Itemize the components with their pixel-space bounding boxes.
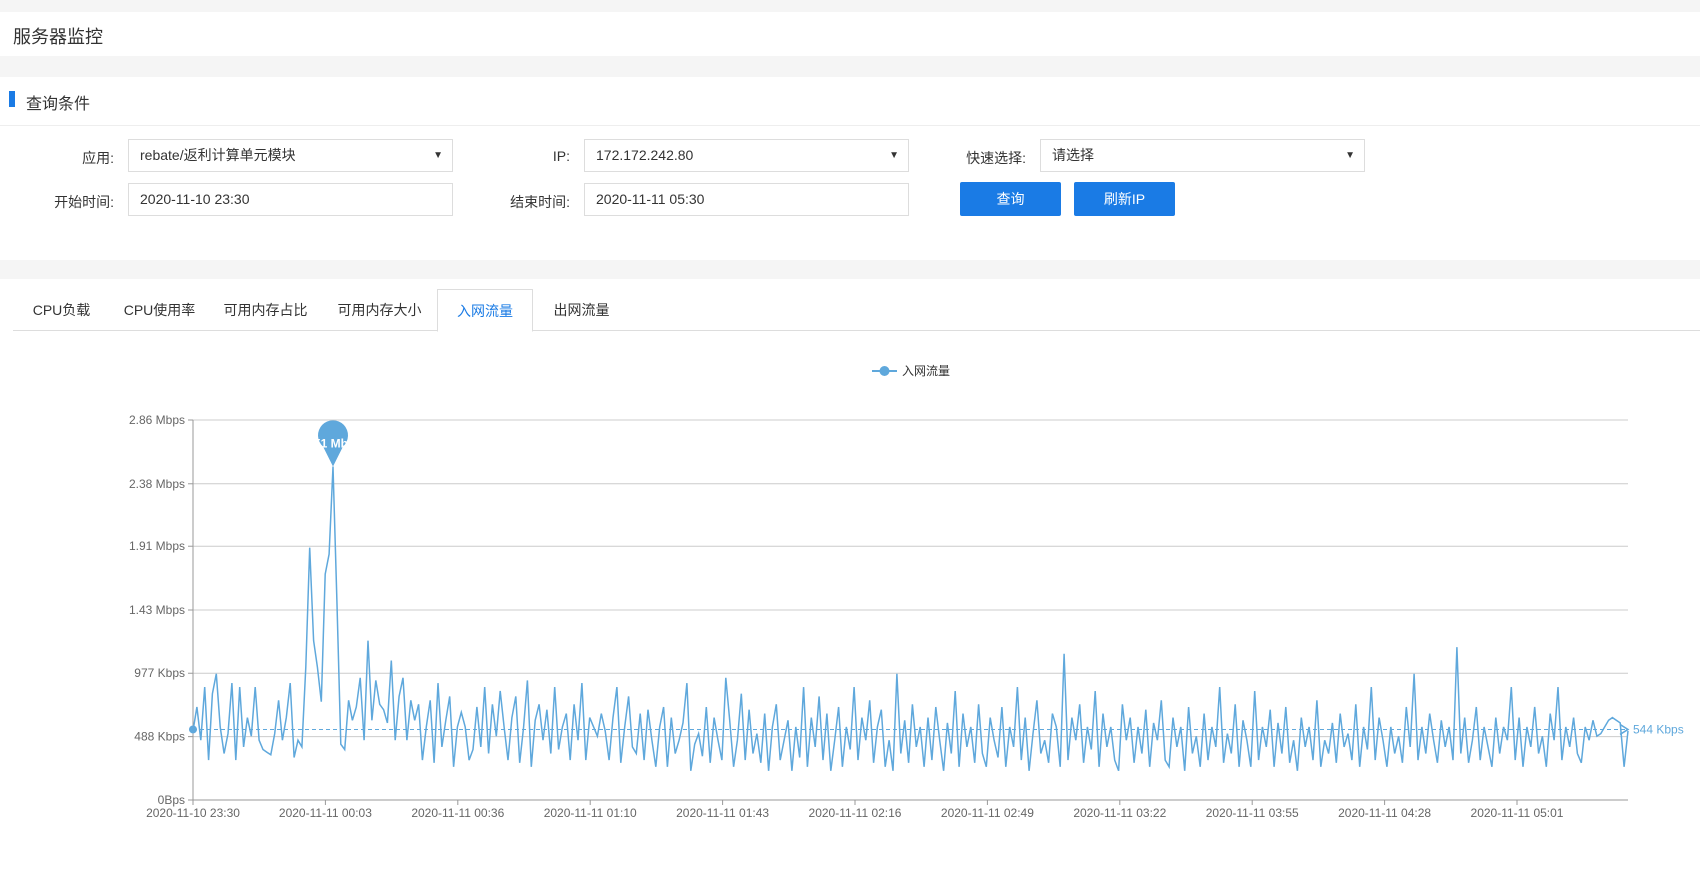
end-time-value: 2020-11-11 05:30 — [596, 191, 705, 207]
x-tick-label: 2020-11-10 23:30 — [146, 806, 240, 820]
x-tick-label: 2020-11-11 02:49 — [941, 806, 1034, 820]
ip-select-value: 172.172.242.80 — [596, 147, 694, 163]
quick-select[interactable]: 请选择 ▼ — [1040, 139, 1365, 172]
y-tick-label: 2.86 Mbps — [129, 413, 185, 427]
legend-label: 入网流量 — [902, 364, 950, 378]
x-tick-label: 2020-11-11 04:28 — [1338, 806, 1431, 820]
legend-marker — [879, 366, 890, 376]
section-accent-bar — [9, 91, 15, 107]
app-label: 应用: — [82, 150, 114, 166]
average-line-label: 544 Kbps — [1633, 722, 1684, 736]
y-tick-label: 2.38 Mbps — [129, 477, 185, 491]
x-tick-label: 2020-11-11 05:01 — [1471, 806, 1564, 820]
query-panel: 查询条件 应用: rebate/返利计算单元模块 ▼ IP: 172.172.2… — [0, 77, 1700, 260]
chevron-down-icon: ▼ — [1345, 150, 1355, 161]
chart-panel: CPU负载 CPU使用率 可用内存占比 可用内存大小 入网流量 出网流量 入网流… — [0, 279, 1700, 876]
y-tick-label: 977 Kbps — [134, 666, 185, 680]
series-line-inbound — [192, 466, 1629, 772]
app-select-value: rebate/返利计算单元模块 — [140, 147, 296, 163]
x-tick-label: 2020-11-11 00:36 — [411, 806, 504, 820]
x-tick-label: 2020-11-11 03:55 — [1206, 806, 1299, 820]
end-time-input[interactable]: 2020-11-11 05:30 — [584, 183, 909, 216]
refresh-ip-button[interactable]: 刷新IP — [1074, 182, 1175, 216]
max-pin-label: 2.51 Mbps — [304, 437, 362, 451]
page-header: 服务器监控 — [0, 12, 1700, 56]
query-button[interactable]: 查询 — [960, 182, 1061, 216]
section-header: 查询条件 — [0, 77, 1700, 126]
y-tick-label: 1.43 Mbps — [129, 603, 185, 617]
x-tick-label: 2020-11-11 01:10 — [544, 806, 637, 820]
y-tick-label: 0Bps — [158, 793, 185, 807]
legend[interactable]: 入网流量 — [872, 364, 950, 378]
start-time-input[interactable]: 2020-11-10 23:30 — [128, 183, 453, 216]
x-tick-label: 2020-11-11 02:16 — [809, 806, 902, 820]
end-time-label: 结束时间: — [510, 194, 570, 210]
page-title: 服务器监控 — [13, 27, 103, 47]
x-tick-label: 2020-11-11 00:03 — [279, 806, 372, 820]
ip-select[interactable]: 172.172.242.80 ▼ — [584, 139, 909, 172]
section-title: 查询条件 — [26, 96, 91, 113]
quick-select-value: 请选择 — [1052, 147, 1094, 163]
chevron-down-icon: ▼ — [889, 150, 899, 161]
ip-label: IP: — [552, 148, 570, 164]
y-tick-label: 488 Kbps — [134, 730, 185, 744]
app-select[interactable]: rebate/返利计算单元模块 ▼ — [128, 139, 453, 172]
x-tick-label: 2020-11-11 03:22 — [1073, 806, 1166, 820]
traffic-chart: 入网流量 0Bps 488 Kbps 977 Kbps 1.43 Mbps 1.91 M… — [129, 364, 1684, 820]
chevron-down-icon: ▼ — [433, 150, 443, 161]
max-point-pin[interactable]: 2.51 Mbps — [304, 420, 362, 467]
x-tick-label: 2020-11-11 01:43 — [676, 806, 769, 820]
quick-select-label: 快速选择: — [966, 150, 1026, 166]
start-time-value: 2020-11-10 23:30 — [140, 191, 250, 207]
y-tick-label: 1.91 Mbps — [129, 539, 185, 553]
start-time-label: 开始时间: — [54, 194, 114, 210]
